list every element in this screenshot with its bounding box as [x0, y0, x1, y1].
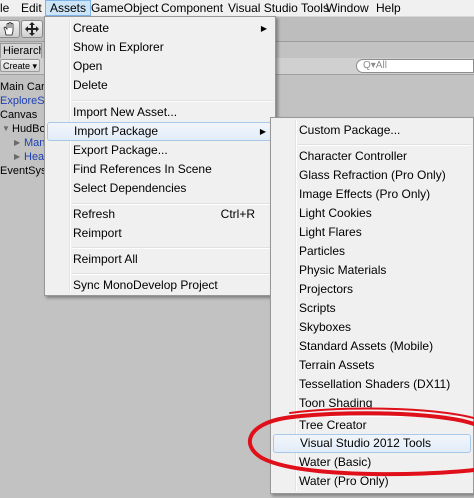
menu-item-label: Import Package: [74, 124, 159, 138]
create-dropdown-button[interactable]: Create ▾: [0, 59, 40, 72]
menu-item-label: Refresh: [73, 207, 116, 221]
submenu-item-skyboxes[interactable]: Skyboxes: [273, 318, 471, 337]
hierarchy-search-input[interactable]: Q▾All: [356, 59, 474, 73]
menu-item-show-in-explorer[interactable]: Show in Explorer: [47, 38, 273, 57]
menu-file[interactable]: le: [0, 0, 13, 16]
tree-item-main-camera[interactable]: Main Car: [0, 80, 45, 94]
import-package-submenu: Custom Package... Character Controller G…: [270, 117, 474, 494]
menu-item-delete[interactable]: Delete: [47, 76, 273, 95]
menu-separator: [72, 100, 273, 102]
submenu-item-visual-studio-2012-tools[interactable]: Visual Studio 2012 Tools: [273, 434, 471, 453]
menu-item-find-references[interactable]: Find References In Scene: [47, 160, 273, 179]
menu-gameobject[interactable]: GameObject: [87, 0, 162, 16]
menu-item-select-dependencies[interactable]: Select Dependencies: [47, 179, 273, 198]
hierarchy-tab[interactable]: Hierarch: [0, 43, 42, 58]
move-arrows-icon: [25, 22, 39, 36]
assets-menu: Create ▶ Show in Explorer Open Delete Im…: [44, 16, 276, 296]
menu-item-import-package[interactable]: Import Package ▶: [47, 122, 273, 141]
menu-separator: [72, 247, 273, 249]
submenu-item-physic-materials[interactable]: Physic Materials: [273, 261, 471, 280]
move-tool-button[interactable]: [21, 20, 43, 38]
menu-component[interactable]: Component: [157, 0, 227, 16]
tree-item-man[interactable]: Man: [24, 136, 45, 150]
submenu-item-terrain-assets[interactable]: Terrain Assets: [273, 356, 471, 375]
submenu-item-standard-assets-mobile[interactable]: Standard Assets (Mobile): [273, 337, 471, 356]
menubar: le Edit Assets GameObject Component Visu…: [0, 0, 474, 17]
submenu-item-scripts[interactable]: Scripts: [273, 299, 471, 318]
menu-item-export-package[interactable]: Export Package...: [47, 141, 273, 160]
menu-edit[interactable]: Edit: [17, 0, 46, 16]
submenu-item-projectors[interactable]: Projectors: [273, 280, 471, 299]
collapse-arrow-icon[interactable]: ▶: [14, 136, 20, 150]
submenu-item-light-cookies[interactable]: Light Cookies: [273, 204, 471, 223]
menu-item-reimport[interactable]: Reimport: [47, 224, 273, 243]
submenu-item-character-controller[interactable]: Character Controller: [273, 147, 471, 166]
menu-assets[interactable]: Assets: [45, 0, 92, 16]
submenu-item-tessellation-shaders[interactable]: Tessellation Shaders (DX11): [273, 375, 471, 394]
menu-item-sync-monodevelop[interactable]: Sync MonoDevelop Project: [47, 276, 273, 295]
submenu-item-water-basic[interactable]: Water (Basic): [273, 453, 471, 472]
menu-item-refresh[interactable]: Refresh Ctrl+R: [47, 205, 273, 224]
menu-item-reimport-all[interactable]: Reimport All: [47, 250, 273, 269]
submenu-item-tree-creator[interactable]: Tree Creator: [273, 416, 471, 435]
menu-window[interactable]: Window: [322, 0, 373, 16]
hierarchy-tab-label: Hierarch: [3, 45, 42, 57]
tree-item-hudbox[interactable]: HudBo: [12, 122, 46, 136]
submenu-item-image-effects[interactable]: Image Effects (Pro Only): [273, 185, 471, 204]
submenu-arrow-icon: ▶: [259, 127, 266, 136]
submenu-arrow-icon: ▶: [260, 24, 267, 33]
submenu-item-glass-refraction[interactable]: Glass Refraction (Pro Only): [273, 166, 471, 185]
tree-item-explore[interactable]: ExploreS: [0, 94, 45, 108]
menu-item-create[interactable]: Create ▶: [47, 19, 273, 38]
menu-separator: [72, 273, 273, 275]
menu-item-label: Create: [73, 21, 110, 35]
tree-item-canvas[interactable]: Canvas: [0, 108, 37, 122]
tree-item-hea[interactable]: Hea: [24, 150, 44, 164]
tree-item-eventsystem[interactable]: EventSys: [0, 164, 46, 178]
submenu-item-toon-shading[interactable]: Toon Shading: [273, 394, 471, 413]
menu-item-import-new-asset[interactable]: Import New Asset...: [47, 103, 273, 122]
submenu-item-custom-package[interactable]: Custom Package...: [273, 121, 471, 140]
hand-tool-button[interactable]: [0, 20, 20, 38]
submenu-item-light-flares[interactable]: Light Flares: [273, 223, 471, 242]
expand-arrow-icon[interactable]: ▼: [2, 122, 10, 136]
menu-item-open[interactable]: Open: [47, 57, 273, 76]
menu-separator: [298, 144, 471, 146]
submenu-item-particles[interactable]: Particles: [273, 242, 471, 261]
submenu-item-water-pro[interactable]: Water (Pro Only): [273, 472, 471, 491]
menu-help[interactable]: Help: [372, 0, 405, 16]
collapse-arrow-icon[interactable]: ▶: [14, 150, 20, 164]
hand-icon: [2, 22, 16, 36]
menu-visual-studio-tools[interactable]: Visual Studio Tools: [224, 0, 333, 16]
menu-shortcut: Ctrl+R: [220, 207, 255, 221]
